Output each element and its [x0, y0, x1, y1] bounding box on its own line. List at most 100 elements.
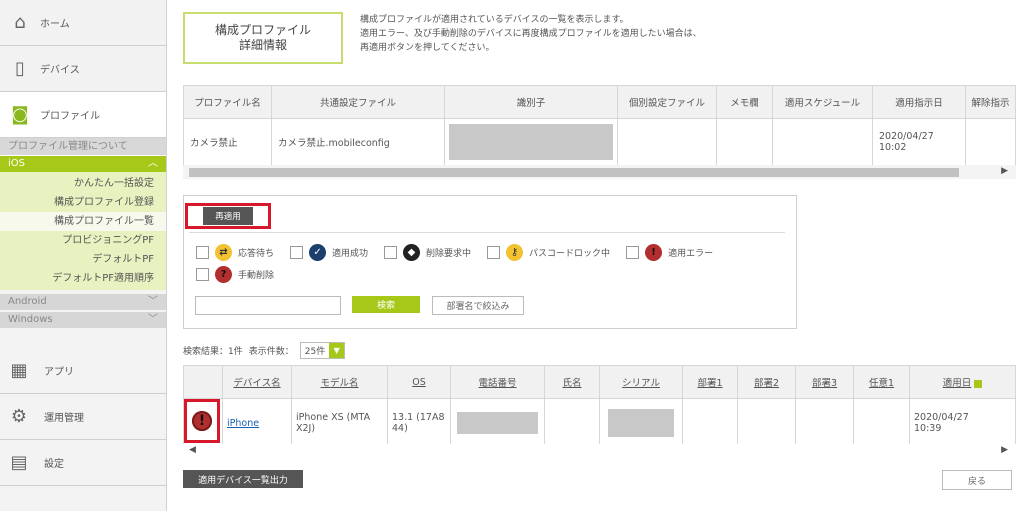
- error-highlight: !: [184, 399, 220, 443]
- display-count-select[interactable]: 25件 ▼: [299, 342, 346, 359]
- apps-icon: ▦: [10, 360, 28, 381]
- redacted-block: [449, 124, 613, 160]
- col-serial[interactable]: シリアル: [599, 365, 683, 399]
- col-phone[interactable]: 電話番号: [450, 365, 545, 399]
- ios-item-default-pf[interactable]: デフォルトPF: [0, 250, 166, 269]
- checkbox-waiting[interactable]: [196, 246, 209, 259]
- reapply-button[interactable]: 再適用: [185, 203, 271, 229]
- desc-line2: 適用エラー、及び手動削除のデバイスに再度構成プロファイルを適用したい場合は、: [360, 29, 702, 39]
- cell-name: [544, 398, 600, 448]
- cell-device-name: iPhone: [222, 398, 292, 448]
- desc-line1: 構成プロファイルが適用されているデバイスの一覧を表示します。: [360, 15, 629, 25]
- col-individual-file: 個別設定ファイル: [617, 85, 717, 119]
- sidebar: ⌂ ホーム ▯ デバイス ◙ プロファイル プロファイル管理について iOS ︿…: [0, 0, 167, 511]
- checkbox-passcode[interactable]: [487, 246, 501, 259]
- cell-status: !: [183, 398, 223, 448]
- checkbox-deleting[interactable]: [384, 246, 398, 259]
- ios-item-provisioning[interactable]: プロビジョニングPF: [0, 231, 166, 250]
- redacted-block: [608, 409, 674, 437]
- nav-device[interactable]: ▯ デバイス: [0, 46, 166, 92]
- cell-memo: [716, 118, 773, 166]
- ios-menu: かんたん一括設定 構成プロファイル登録 構成プロファイル一覧 プロビジョニングP…: [0, 172, 166, 290]
- search-input[interactable]: [195, 296, 341, 315]
- nav-apps[interactable]: ▦ アプリ: [0, 348, 166, 394]
- nav-operations-label: 運用管理: [44, 413, 84, 424]
- col-device-name[interactable]: デバイス名: [222, 365, 292, 399]
- applied-date: 2020/04/27: [914, 412, 969, 423]
- col-model-name[interactable]: モデル名: [291, 365, 388, 399]
- ios-item-default-pf-order[interactable]: デフォルトPF適用順序: [0, 269, 166, 288]
- chevron-down-icon: ▼: [329, 343, 345, 358]
- checkbox-success[interactable]: [290, 246, 304, 259]
- col-schedule: 適用スケジュール: [772, 85, 873, 119]
- sort-icon[interactable]: [974, 379, 983, 388]
- results-bar: 検索結果：1件 表示件数： 25件 ▼: [183, 342, 346, 359]
- cell-instruct-date: 2020/04/27 10:02: [872, 118, 966, 166]
- error-icon: !: [192, 411, 212, 431]
- ios-section-header[interactable]: iOS ︿: [0, 156, 166, 172]
- nav-settings[interactable]: ▤ 設定: [0, 440, 166, 486]
- checkbox-error[interactable]: [626, 246, 640, 259]
- status-manual-delete: 手動削除: [238, 271, 275, 281]
- cell-custom1: [853, 398, 910, 448]
- col-applied-date[interactable]: 適用日: [909, 365, 1016, 399]
- cell-dept3: [795, 398, 854, 448]
- col-dept2[interactable]: 部署2: [737, 365, 796, 399]
- col-dept1[interactable]: 部署1: [682, 365, 738, 399]
- nav-operations[interactable]: ⚙ 運用管理: [0, 394, 166, 440]
- ios-item-register[interactable]: 構成プロファイル登録: [0, 193, 166, 212]
- export-device-list-button[interactable]: 適用デバイス一覧出力: [183, 470, 303, 488]
- cell-schedule: [772, 118, 873, 166]
- scroll-left-icon[interactable]: ◀: [189, 445, 196, 455]
- cell-identifier: [444, 118, 618, 166]
- scroll-right-icon[interactable]: ▶: [1001, 445, 1008, 455]
- back-button[interactable]: 戻る: [942, 470, 1012, 490]
- col-dept3[interactable]: 部署3: [795, 365, 854, 399]
- col-release-instruct: 解除指示: [965, 85, 1016, 119]
- instruct-time: 10:02: [879, 142, 907, 153]
- ios-item-easy-setup[interactable]: かんたん一括設定: [0, 174, 166, 193]
- ios-item-list[interactable]: 構成プロファイル一覧: [0, 212, 166, 231]
- horizontal-scrollbar[interactable]: ▶: [183, 165, 1016, 179]
- col-instruct-date: 適用指示日: [872, 85, 966, 119]
- nav-profile[interactable]: ◙ プロファイル: [0, 92, 166, 138]
- document-icon: ▤: [10, 452, 28, 473]
- about-profile-link[interactable]: プロファイル管理について: [0, 138, 166, 156]
- col-status: [183, 365, 223, 399]
- page-title: 構成プロファイル 詳細情報: [183, 12, 343, 64]
- nav-device-label: デバイス: [40, 65, 80, 76]
- divider: [189, 232, 785, 233]
- col-name[interactable]: 氏名: [544, 365, 600, 399]
- status-error: 適用エラー: [668, 249, 714, 259]
- col-custom1[interactable]: 任意1: [853, 365, 910, 399]
- delete-request-icon: ◆: [403, 244, 421, 261]
- dept-filter-button[interactable]: 部署名で絞込み: [432, 296, 524, 315]
- check-icon: ✓: [309, 244, 327, 261]
- display-count-label: 表示件数：: [248, 347, 294, 357]
- home-icon: ⌂: [14, 12, 26, 33]
- col-memo: メモ欄: [716, 85, 773, 119]
- scrollbar-thumb[interactable]: [189, 168, 959, 177]
- windows-section-header[interactable]: Windows ﹀: [0, 312, 166, 328]
- ios-label: iOS: [8, 158, 25, 169]
- device-link[interactable]: iPhone: [227, 418, 259, 429]
- results-count: 検索結果：1件: [183, 347, 243, 357]
- search-button[interactable]: 検索: [352, 296, 420, 313]
- cell-applied-date: 2020/04/27 10:39: [909, 398, 1016, 448]
- nav-settings-label: 設定: [44, 459, 64, 470]
- windows-label: Windows: [8, 314, 53, 325]
- nav-apps-label: アプリ: [44, 367, 74, 378]
- redacted-block: [457, 412, 538, 434]
- col-os[interactable]: OS: [387, 365, 451, 399]
- horizontal-scrollbar[interactable]: ◀ ▶: [183, 444, 1016, 458]
- android-section-header[interactable]: Android ﹀: [0, 294, 166, 310]
- nav-home[interactable]: ⌂ ホーム: [0, 0, 166, 46]
- device-table: デバイス名 モデル名 OS 電話番号 氏名 シリアル 部署1 部署2 部署3 任…: [183, 365, 1016, 448]
- col-identifier: 識別子: [444, 85, 618, 119]
- checkbox-manual-delete[interactable]: [196, 268, 209, 281]
- status-filters-row2: ? 手動削除: [196, 266, 274, 283]
- chevron-down-icon: ﹀: [148, 296, 158, 307]
- table-row: カメラ禁止 カメラ禁止.mobileconfig 2020/04/27 10:0…: [183, 118, 1016, 166]
- scroll-right-icon[interactable]: ▶: [1001, 166, 1008, 176]
- cell-model: iPhone XS (MTA X2J): [291, 398, 388, 448]
